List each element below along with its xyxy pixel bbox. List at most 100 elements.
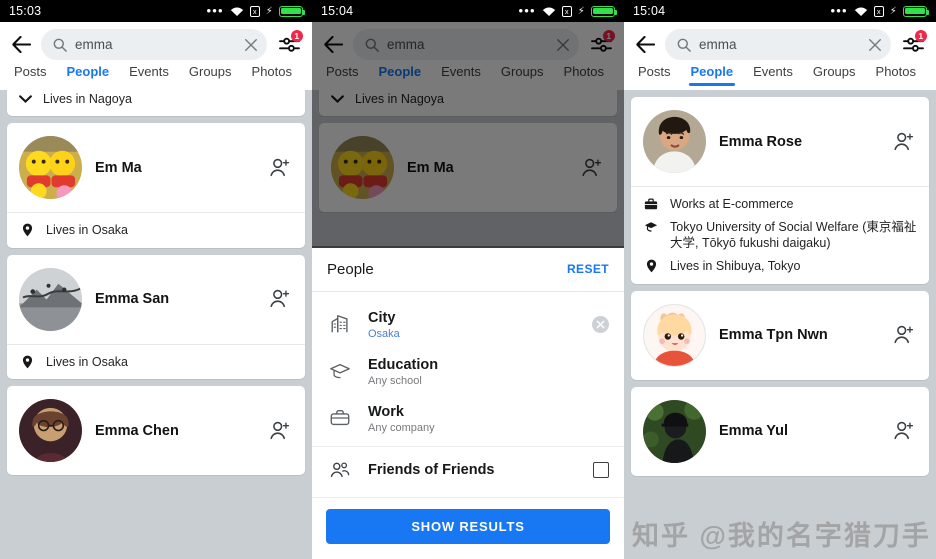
tab-photos[interactable]: Photos: [866, 63, 926, 79]
sheet-footer: SHOW RESULTS: [312, 497, 624, 559]
table-row[interactable]: Emma Yul: [631, 386, 929, 476]
reset-button[interactable]: RESET: [567, 262, 609, 276]
avatar: [643, 110, 706, 173]
search-icon: [677, 38, 691, 52]
list-item-label: Works at E-commerce: [670, 197, 794, 211]
list-item-partial[interactable]: Lives in Nagoya: [7, 90, 305, 116]
avatar: [19, 267, 82, 331]
tab-groups[interactable]: Groups: [179, 63, 242, 79]
x-box-icon: x: [249, 5, 260, 17]
filter-row-city[interactable]: City Osaka: [312, 301, 624, 348]
filter-row-friends-of-friends[interactable]: Friends of Friends: [312, 446, 624, 493]
avatar: [19, 399, 82, 463]
people-results-list[interactable]: Lives in Nagoya Em Ma: [0, 90, 312, 559]
filter-count-badge: 1: [914, 29, 927, 42]
tab-events[interactable]: Events: [119, 63, 179, 79]
location-pin-icon: [19, 222, 35, 237]
filter-value: Any company: [368, 422, 435, 434]
list-item: Lives in Osaka: [19, 222, 293, 239]
list-item: Works at E-commerce: [643, 196, 917, 213]
tab-events[interactable]: Events: [743, 63, 803, 79]
graduation-cap-icon: [643, 219, 659, 233]
briefcase-icon: [643, 196, 659, 211]
filter-count-badge: 1: [290, 29, 303, 42]
tab-posts[interactable]: Posts: [4, 63, 57, 79]
table-row[interactable]: Em Ma Lives in Osaka: [7, 123, 305, 248]
filter-label: City: [368, 309, 396, 326]
filter-label: Friends of Friends: [368, 461, 495, 478]
x-box-icon: x: [873, 5, 884, 17]
add-friend-icon[interactable]: [267, 157, 293, 179]
search-icon: [53, 38, 67, 52]
clear-search-icon[interactable]: [868, 38, 882, 52]
search-input[interactable]: emma: [665, 29, 891, 60]
wifi-icon: [230, 7, 243, 16]
more-dots-icon: •••: [830, 3, 848, 18]
filter-value: Any school: [368, 374, 422, 387]
person-name: Emma Yul: [719, 423, 789, 439]
phone-screen-results-tokyo: 15:04 ••• x ⚡ emma 1 Posts People Events…: [624, 0, 936, 559]
phone-screen-results-osaka: 15:03 ••• x ⚡ emma 1 Posts People Events…: [0, 0, 312, 559]
person-name: Emma Chen: [95, 422, 179, 439]
tab-photos[interactable]: Photos: [242, 63, 302, 79]
search-input[interactable]: emma: [41, 29, 267, 60]
battery-icon: [903, 5, 930, 17]
list-item-label: Lives in Osaka: [46, 354, 128, 369]
location-pin-icon: [19, 354, 35, 369]
add-friend-icon[interactable]: [267, 288, 293, 310]
tab-posts[interactable]: Posts: [628, 63, 681, 79]
filter-button[interactable]: 1: [274, 29, 304, 60]
phone-screen-filter-sheet: 15:04 ••• x ⚡ emma: [312, 0, 624, 559]
list-item-label: Lives in Osaka: [46, 223, 128, 237]
person-name: Emma San: [95, 291, 170, 308]
list-item: Tokyo University of Social Welfare (東京福祉…: [643, 219, 917, 252]
battery-icon: [591, 5, 618, 17]
list-item: Lives in Osaka: [19, 354, 293, 371]
list-item-label: Tokyo University of Social Welfare (東京福祉…: [670, 219, 917, 251]
table-row[interactable]: Emma Rose Works at E-commerce Tokyo Univ…: [631, 97, 929, 284]
filter-label: Work: [368, 403, 404, 420]
filter-button[interactable]: 1: [898, 29, 928, 60]
more-dots-icon: •••: [206, 3, 224, 18]
table-row[interactable]: Emma San Lives in Osaka: [7, 254, 305, 380]
back-button[interactable]: [632, 32, 658, 58]
add-friend-icon[interactable]: [891, 420, 917, 442]
people-group-icon: [327, 459, 353, 481]
filter-value: Osaka: [368, 327, 400, 340]
more-dots-icon: •••: [518, 3, 536, 18]
add-friend-icon[interactable]: [267, 420, 293, 442]
status-time: 15:03: [9, 4, 42, 18]
chevron-down-icon: [19, 92, 32, 106]
clear-search-icon[interactable]: [244, 38, 258, 52]
wifi-icon: [854, 7, 867, 16]
search-query-text: emma: [699, 37, 737, 52]
tab-groups[interactable]: Groups: [803, 63, 866, 79]
back-button[interactable]: [8, 32, 34, 58]
screenshot-triptych: 15:03 ••• x ⚡ emma 1 Posts People Events…: [0, 0, 936, 559]
people-results-list[interactable]: Emma Rose Works at E-commerce Tokyo Univ…: [624, 90, 936, 559]
status-bar: 15:04 ••• x ⚡: [312, 0, 624, 22]
add-friend-icon[interactable]: [891, 131, 917, 153]
tab-people[interactable]: People: [681, 63, 744, 86]
sheet-header: People RESET: [312, 248, 624, 292]
person-name: Em Ma: [95, 159, 142, 176]
tab-people[interactable]: People: [57, 63, 120, 79]
status-bar: 15:04 ••• x ⚡: [624, 0, 936, 22]
clear-city-filter-icon[interactable]: [592, 315, 609, 333]
charging-bolt-icon: ⚡: [265, 5, 273, 17]
search-header: emma 1: [0, 22, 312, 63]
friends-of-friends-checkbox[interactable]: [593, 462, 609, 478]
status-time: 15:04: [633, 4, 666, 18]
city-buildings-icon: [327, 313, 353, 335]
filter-bottom-sheet: People RESET City Osaka Education Any sc…: [312, 245, 624, 559]
person-meta-list: Works at E-commerce Tokyo University of …: [631, 186, 929, 284]
status-bar: 15:03 ••• x ⚡: [0, 0, 312, 22]
table-row[interactable]: Emma Tpn Nwn: [631, 290, 929, 380]
add-friend-icon[interactable]: [891, 324, 917, 346]
briefcase-icon: [327, 407, 353, 429]
show-results-button[interactable]: SHOW RESULTS: [326, 509, 610, 544]
filter-row-education[interactable]: Education Any school: [312, 348, 624, 395]
x-box-icon: x: [561, 5, 572, 17]
filter-row-work[interactable]: Work Any company: [312, 395, 624, 442]
table-row[interactable]: Emma Chen: [7, 386, 305, 476]
